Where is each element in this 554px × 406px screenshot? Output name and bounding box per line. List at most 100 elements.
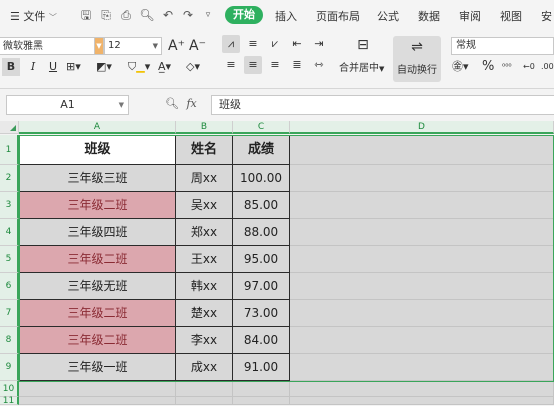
table-cell[interactable] <box>233 381 290 397</box>
indent-increase-icon[interactable]: ⇥ <box>310 35 328 53</box>
table-cell[interactable] <box>290 165 554 192</box>
italic-button[interactable]: I <box>26 58 40 76</box>
table-cell[interactable] <box>290 192 554 219</box>
table-cell-score[interactable]: 91.00 <box>233 354 290 381</box>
table-cell[interactable] <box>290 300 554 327</box>
align-middle-icon[interactable]: ≡ <box>244 35 262 53</box>
table-cell[interactable] <box>290 381 554 397</box>
decrease-decimal-icon[interactable]: .00 <box>541 58 554 76</box>
print-icon[interactable]: ⎙ <box>118 7 134 23</box>
tab-start[interactable]: 开始 <box>225 6 263 24</box>
tab-insert[interactable]: 插入 <box>275 8 297 24</box>
align-right-icon[interactable]: ≡ <box>266 56 284 74</box>
table-cell-class[interactable]: 三年级二班 <box>19 327 176 354</box>
align-top-icon[interactable]: ⩘ <box>222 35 240 53</box>
table-cell[interactable] <box>290 135 554 165</box>
customize-icon[interactable]: ▿ <box>200 7 216 23</box>
select-all-corner[interactable] <box>0 121 19 134</box>
tab-view[interactable]: 视图 <box>500 8 522 24</box>
row-header[interactable]: 11 <box>0 397 19 406</box>
table-cell-name[interactable]: 李xx <box>176 327 233 354</box>
table-cell-class[interactable]: 三年级一班 <box>19 354 176 381</box>
merge-center-icon[interactable]: ⊟ <box>352 36 374 54</box>
font-name-dropdown[interactable]: ▼ <box>94 37 104 55</box>
formula-input[interactable]: 班级 <box>211 95 554 115</box>
fill-color-icon[interactable]: ◩▾ <box>96 58 112 76</box>
row-header[interactable]: 5 <box>0 246 19 273</box>
table-cell-class[interactable]: 三年级三班 <box>19 165 176 192</box>
table-cell[interactable] <box>19 397 176 405</box>
column-header-b[interactable]: B <box>176 121 233 134</box>
increase-font-icon[interactable]: A⁺ <box>168 37 185 55</box>
header-cell-name[interactable]: 姓名 <box>176 135 233 165</box>
table-cell-name[interactable]: 王xx <box>176 246 233 273</box>
table-cell[interactable] <box>290 397 554 405</box>
table-cell-name[interactable]: 楚xx <box>176 300 233 327</box>
decrease-font-icon[interactable]: A⁻ <box>189 37 206 55</box>
table-cell[interactable] <box>176 397 233 405</box>
table-cell-score[interactable]: 100.00 <box>233 165 290 192</box>
tab-page-layout[interactable]: 页面布局 <box>316 8 360 24</box>
row-header[interactable]: 4 <box>0 219 19 246</box>
justify-icon[interactable]: ≣ <box>288 56 306 74</box>
column-header-c[interactable]: C <box>233 121 290 134</box>
tab-review[interactable]: 审阅 <box>459 8 481 24</box>
bold-button[interactable]: B <box>2 58 20 76</box>
table-cell-score[interactable]: 85.00 <box>233 192 290 219</box>
column-header-a[interactable]: A <box>19 121 176 134</box>
table-cell-class[interactable]: 三年级四班 <box>19 219 176 246</box>
name-box[interactable]: A1 ▼ <box>6 95 129 115</box>
align-center-icon[interactable]: ≡ <box>244 56 262 74</box>
zoom-search-icon[interactable]: 🔍︎ <box>165 97 179 110</box>
header-cell-score[interactable]: 成绩 <box>233 135 290 165</box>
table-cell-name[interactable]: 郑xx <box>176 219 233 246</box>
row-header[interactable]: 9 <box>0 354 19 381</box>
table-cell-class[interactable]: 三年级二班 <box>19 246 176 273</box>
distribute-icon[interactable]: ⇿ <box>310 56 328 74</box>
table-cell-score[interactable]: 95.00 <box>233 246 290 273</box>
tab-formula[interactable]: 公式 <box>377 8 399 24</box>
row-header[interactable]: 7 <box>0 300 19 327</box>
table-cell-name[interactable]: 周xx <box>176 165 233 192</box>
tab-data[interactable]: 数据 <box>418 8 440 24</box>
table-cell-name[interactable]: 韩xx <box>176 273 233 300</box>
save-icon[interactable]: 🖫 <box>78 7 94 23</box>
table-cell[interactable] <box>290 354 554 381</box>
currency-icon[interactable]: ㊎▾ <box>452 58 469 76</box>
row-header[interactable]: 6 <box>0 273 19 300</box>
align-left-icon[interactable]: ≡ <box>222 56 240 74</box>
align-bottom-icon[interactable]: ⩗ <box>266 35 284 53</box>
border-icon[interactable]: ⊞▾ <box>66 58 81 76</box>
header-cell-class[interactable]: 班级 <box>19 135 176 165</box>
table-cell-score[interactable]: 97.00 <box>233 273 290 300</box>
table-cell[interactable] <box>290 327 554 354</box>
table-cell-score[interactable]: 84.00 <box>233 327 290 354</box>
table-cell-class[interactable]: 三年级二班 <box>19 192 176 219</box>
table-cell-score[interactable]: 88.00 <box>233 219 290 246</box>
clear-format-icon[interactable]: ◇▾ <box>186 58 200 76</box>
redo-icon[interactable]: ↷ <box>180 7 196 23</box>
table-cell-score[interactable]: 73.00 <box>233 300 290 327</box>
indent-decrease-icon[interactable]: ⇤ <box>288 35 306 53</box>
file-menu[interactable]: ☰ 文件 ﹀ <box>10 8 57 24</box>
fx-icon[interactable]: fx <box>186 97 196 110</box>
number-format-select[interactable]: 常规 <box>451 37 554 55</box>
merge-center-button[interactable]: 合并居中▼ <box>339 59 384 74</box>
row-header[interactable]: 10 <box>0 381 19 397</box>
table-cell[interactable] <box>290 246 554 273</box>
column-header-d[interactable]: D <box>290 121 554 134</box>
table-cell[interactable] <box>290 219 554 246</box>
row-header[interactable]: 3 <box>0 192 19 219</box>
table-cell-name[interactable]: 成xx <box>176 354 233 381</box>
thousands-icon[interactable]: ⁰⁰⁰ <box>502 58 512 76</box>
increase-decimal-icon[interactable]: ←0 <box>523 58 535 76</box>
table-cell[interactable] <box>19 381 176 397</box>
undo-icon[interactable]: ↶ <box>160 7 176 23</box>
table-cell-name[interactable]: 吴xx <box>176 192 233 219</box>
row-header[interactable]: 1 <box>0 135 19 165</box>
font-size-input[interactable]: 12 ▼ <box>104 37 162 55</box>
font-name-input[interactable]: 微软雅黑 <box>0 37 98 55</box>
row-header[interactable]: 2 <box>0 165 19 192</box>
tab-security[interactable]: 安 <box>541 8 552 24</box>
highlight-color-icon[interactable]: ⛉▁▾ <box>128 58 150 76</box>
